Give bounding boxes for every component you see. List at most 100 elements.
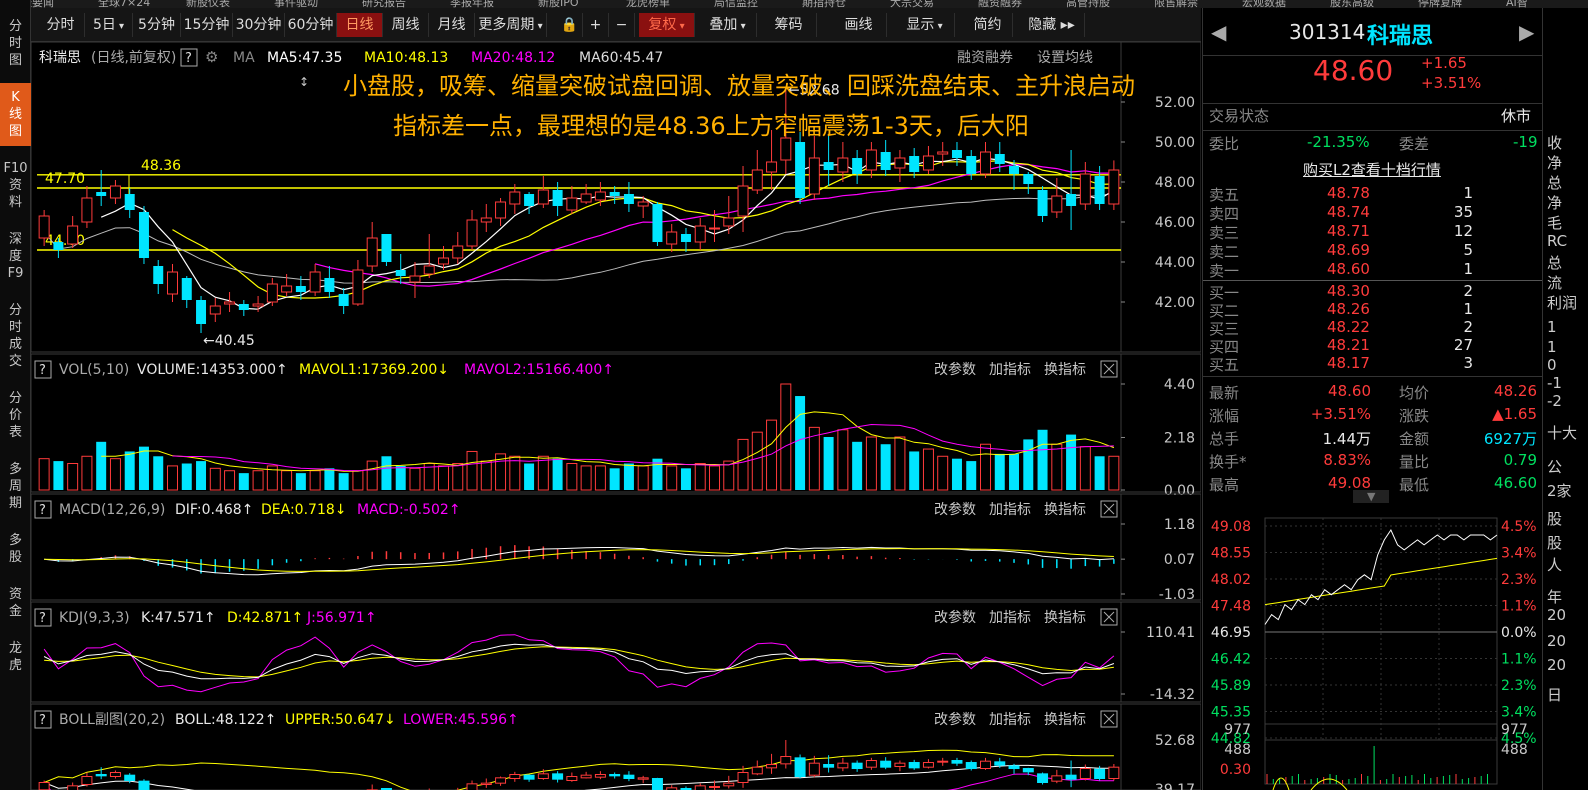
kline-chart-area[interactable]: ? 科瑞思 (日线,前复权) ⚙ MA MA5:47.35 MA10:48.13 MA20:4… bbox=[31, 42, 1201, 790]
left-tab-3[interactable]: 深 度 F9 bbox=[0, 225, 31, 288]
l2-link[interactable]: 购买L2查看十档行情 bbox=[1303, 159, 1441, 180]
volume-bar-up bbox=[1108, 455, 1120, 491]
left-tab-5[interactable]: 分 价 表 bbox=[0, 384, 31, 447]
left-tab-6[interactable]: 多 周 期 bbox=[0, 455, 31, 518]
top-nav-item[interactable]: 融资融券 bbox=[978, 0, 1022, 8]
close-icon[interactable] bbox=[1100, 608, 1118, 626]
overlay-button[interactable]: 叠加 bbox=[699, 13, 757, 37]
simple-button[interactable]: 简约 bbox=[963, 13, 1013, 37]
add-indicator-button[interactable]: 加指标 bbox=[989, 712, 1031, 728]
help-icon[interactable]: ? bbox=[34, 360, 52, 379]
period-tab-0[interactable]: 分时 bbox=[37, 13, 85, 37]
top-nav-item[interactable]: 停牌复牌 bbox=[1418, 0, 1462, 8]
help-icon[interactable]: ? bbox=[180, 48, 198, 67]
help-icon[interactable]: ? bbox=[34, 710, 52, 729]
close-icon[interactable] bbox=[1100, 360, 1118, 378]
lock-icon[interactable]: 🔒 bbox=[557, 13, 583, 37]
top-nav-item[interactable]: 期指持仓 bbox=[802, 0, 846, 8]
next-stock-arrow[interactable]: ▶ bbox=[1519, 20, 1534, 44]
candle-body-up bbox=[865, 149, 877, 171]
zoom-in-button[interactable]: + bbox=[583, 13, 609, 37]
help-icon[interactable]: ? bbox=[34, 608, 52, 627]
top-nav-item[interactable]: 新股仪表 bbox=[186, 0, 230, 8]
left-tab-0[interactable]: 分 时 图 bbox=[0, 12, 31, 75]
top-nav-item[interactable]: 全球7×24 bbox=[98, 0, 150, 8]
top-nav-item[interactable]: 股东高级 bbox=[1330, 0, 1374, 8]
left-tab-7[interactable]: 多 股 bbox=[0, 526, 31, 572]
candle-body-down bbox=[324, 278, 335, 292]
far-right-item: 2家 bbox=[1547, 482, 1572, 500]
mini-vol-tick: 0.30 bbox=[1220, 762, 1251, 778]
change-params-button[interactable]: 改参数 bbox=[934, 361, 976, 378]
top-nav: 财经要闻 全球7×24 新股仪表 事件驱动 研究报告 季报年报 新股IPO 龙虎榜单 局信监控期… bbox=[0, 0, 1588, 8]
draw-line-button[interactable]: 画线 bbox=[831, 13, 887, 37]
left-tab-2[interactable]: F10 资 料 bbox=[0, 154, 31, 217]
far-right-info-panel: 收净总净毛 RC 总流利润 1 1 0 -1 -2 十大公 2家股股人年 20 20 20 日 bbox=[1542, 8, 1588, 790]
period-tab-3[interactable]: 15分钟 bbox=[181, 13, 233, 37]
zoom-out-button[interactable]: − bbox=[609, 13, 635, 37]
period-tab-2[interactable]: 5分钟 bbox=[133, 13, 181, 37]
volume-bar-up bbox=[352, 470, 364, 491]
period-tab-8[interactable]: 月线 bbox=[429, 13, 475, 37]
boll-mid-line bbox=[43, 764, 1114, 790]
add-indicator-button[interactable]: 加指标 bbox=[989, 362, 1031, 378]
intraday-mini-chart[interactable]: 49.08 4.5% 48.55 3.4% 48.02 2.3% 47.48 1.1% 46.9… bbox=[1203, 508, 1543, 790]
change-params-button[interactable]: 改参数 bbox=[934, 711, 976, 728]
boll-candle-body bbox=[922, 762, 934, 768]
volume-bar-down bbox=[909, 451, 920, 490]
top-nav-item[interactable]: 大宗交易 bbox=[890, 0, 934, 8]
top-nav-item[interactable]: 研究报告 bbox=[362, 0, 406, 8]
ma-settings-button[interactable]: 设置均线 bbox=[1037, 50, 1093, 66]
chips-button[interactable]: 筹码 bbox=[761, 13, 817, 37]
period-tab-4[interactable]: 30分钟 bbox=[233, 13, 285, 37]
candle-body-down bbox=[609, 192, 620, 196]
ask-label: 卖四 bbox=[1209, 205, 1240, 223]
volume-bar-down bbox=[181, 463, 192, 490]
far-right-item: 20 bbox=[1547, 606, 1567, 624]
add-indicator-button[interactable]: 加指标 bbox=[989, 610, 1031, 626]
switch-indicator-button[interactable]: 换指标 bbox=[1044, 609, 1086, 626]
adjust-button[interactable]: 复权 bbox=[639, 13, 695, 37]
candle-body-up bbox=[694, 225, 706, 243]
left-tab-4[interactable]: 分 时 成 交 bbox=[0, 296, 31, 376]
left-tab-1[interactable]: K 线 图 bbox=[0, 83, 31, 146]
switch-indicator-button[interactable]: 换指标 bbox=[1044, 361, 1086, 378]
candle-body-up bbox=[537, 189, 549, 205]
k-value: K:47.571↑ bbox=[141, 610, 216, 626]
change-params-button[interactable]: 改参数 bbox=[934, 609, 976, 626]
period-tab-9[interactable]: 更多周期 bbox=[475, 13, 547, 37]
top-nav-item[interactable]: 宏观数据 bbox=[1242, 0, 1286, 8]
switch-indicator-button[interactable]: 换指标 bbox=[1044, 501, 1086, 518]
margin-trading-button[interactable]: 融资融券 bbox=[957, 50, 1013, 66]
top-nav-item[interactable]: 限售解禁 bbox=[1154, 0, 1198, 8]
close-icon[interactable] bbox=[1100, 710, 1118, 728]
boll-candle-body bbox=[780, 756, 792, 765]
period-tab-6[interactable]: 日线 bbox=[337, 13, 383, 37]
prev-stock-arrow[interactable]: ◀ bbox=[1211, 20, 1226, 44]
change-params-button[interactable]: 改参数 bbox=[934, 501, 976, 518]
help-icon[interactable]: ? bbox=[34, 500, 52, 519]
switch-indicator-button[interactable]: 换指标 bbox=[1044, 711, 1086, 728]
period-tab-5[interactable]: 60分钟 bbox=[285, 13, 337, 37]
mini-avg-line bbox=[1264, 557, 1498, 606]
top-nav-item[interactable]: 事件驱动 bbox=[274, 0, 318, 8]
candle-body-down bbox=[96, 192, 107, 196]
left-tab-9[interactable]: 龙 虎 bbox=[0, 634, 31, 680]
candle-body-up bbox=[252, 303, 264, 307]
boll-candle-body bbox=[566, 776, 578, 782]
period-tab-1[interactable]: 5日 bbox=[85, 13, 133, 37]
stat-label-2: 量比 bbox=[1399, 453, 1430, 471]
hide-button[interactable]: 隐藏 ▸▸ bbox=[1019, 13, 1085, 37]
top-nav-item[interactable]: 新股IPO bbox=[538, 0, 579, 8]
display-button[interactable]: 显示 bbox=[895, 13, 955, 37]
add-indicator-button[interactable]: 加指标 bbox=[989, 502, 1031, 518]
top-nav-item[interactable]: 龙虎榜单 bbox=[626, 0, 670, 8]
top-nav-item[interactable]: AI智 bbox=[1506, 0, 1528, 8]
expand-chevron-icon[interactable]: ▼ bbox=[1353, 490, 1390, 503]
close-icon[interactable] bbox=[1100, 500, 1118, 518]
top-nav-item[interactable]: 季报年报 bbox=[450, 0, 494, 8]
left-tab-8[interactable]: 资 金 bbox=[0, 580, 31, 626]
top-nav-item[interactable]: 局信监控 bbox=[714, 0, 758, 8]
top-nav-item[interactable]: 高管持股 bbox=[1066, 0, 1110, 8]
period-tab-7[interactable]: 周线 bbox=[383, 13, 429, 37]
